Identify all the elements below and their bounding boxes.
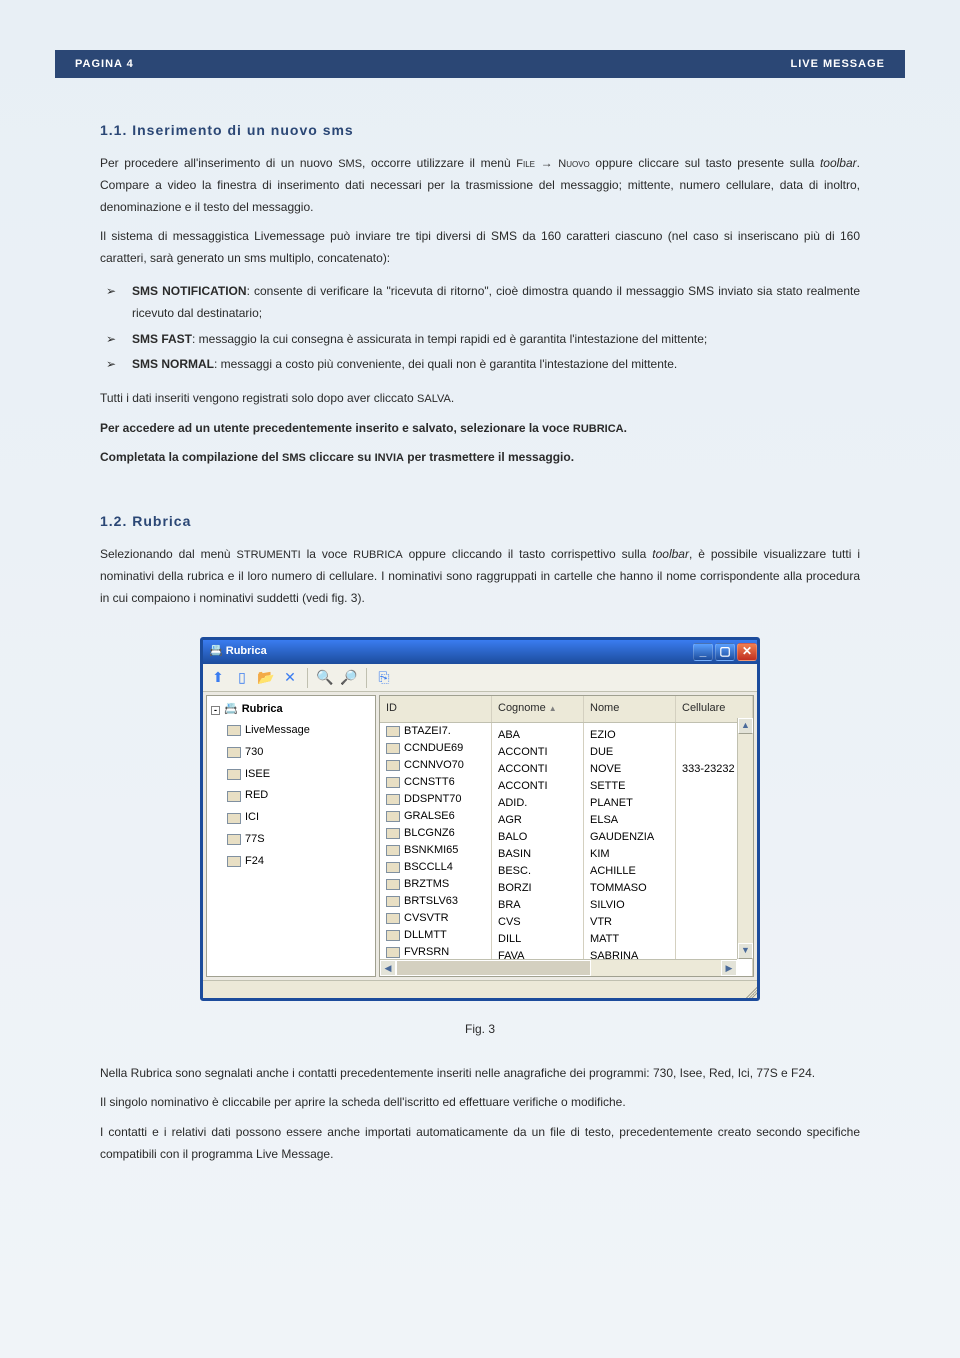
delete-icon[interactable]: ✕ <box>279 667 301 689</box>
scroll-down-icon[interactable]: ▼ <box>738 943 753 959</box>
section-1-2-p2: Nella Rubrica sono segnalati anche i con… <box>100 1063 860 1085</box>
card-icon <box>227 769 241 780</box>
app-title: LIVE MESSAGE <box>790 58 885 70</box>
card-icon <box>386 896 400 907</box>
card-icon <box>386 811 400 822</box>
collapse-icon[interactable]: - <box>211 706 220 715</box>
tree-item[interactable]: ICI <box>227 807 373 829</box>
card-icon <box>227 791 241 802</box>
resize-grip[interactable] <box>743 984 757 998</box>
card-icon <box>386 947 400 958</box>
section-1-2-p1: Selezionando dal menù STRUMENTI la voce … <box>100 544 860 609</box>
grid-pane: ID Cognome ▲ Nome Cellulare BTAZEI7.ABAE… <box>379 695 754 977</box>
table-row[interactable]: BSCCLL4BESC.ACHILLE <box>380 859 753 876</box>
card-icon <box>227 813 241 824</box>
tree-item[interactable]: 77S <box>227 829 373 851</box>
open-icon[interactable]: 📂 <box>255 667 277 689</box>
table-row[interactable]: GRALSE6AGRELSA <box>380 808 753 825</box>
card-icon <box>386 760 400 771</box>
sms-type-fast: SMS FAST: messaggio la cui consegna è as… <box>100 329 860 351</box>
vertical-scrollbar[interactable]: ▲ ▼ <box>737 718 753 959</box>
page-header: PAGINA 4 LIVE MESSAGE <box>55 50 905 78</box>
card-icon <box>386 862 400 873</box>
new-icon[interactable]: ▯ <box>231 667 253 689</box>
sms-type-normal: SMS NORMAL: messaggi a costo più conveni… <box>100 354 860 376</box>
close-button[interactable]: ✕ <box>737 643 757 661</box>
card-icon <box>227 725 241 736</box>
folder-icon: 📇 <box>224 700 238 720</box>
table-row[interactable]: BSNKMI65BASINKIM <box>380 842 753 859</box>
nav-up-icon[interactable]: ⬆ <box>207 667 229 689</box>
table-row[interactable]: CCNSTT6ACCONTISETTE <box>380 774 753 791</box>
section-1-1-title: 1.1. Inserimento di un nuovo sms <box>100 118 860 143</box>
table-row[interactable]: BRTSLV63BRASILVIO <box>380 893 753 910</box>
tree-root[interactable]: - 📇 Rubrica <box>209 700 373 720</box>
card-icon <box>386 726 400 737</box>
card-icon <box>386 743 400 754</box>
table-row[interactable]: CCNDUE69ACCONTIDUE <box>380 740 753 757</box>
page-number: PAGINA 4 <box>75 58 134 70</box>
minimize-button[interactable]: _ <box>693 643 713 661</box>
section-1-2-p4: I contatti e i relativi dati possono ess… <box>100 1122 860 1165</box>
section-1-1-p2: Il sistema di messaggistica Livemessage … <box>100 226 860 269</box>
col-header-id[interactable]: ID <box>380 696 492 722</box>
table-row[interactable]: BTAZEI7.ABAEZIO <box>380 723 753 740</box>
table-row[interactable]: CVSVTRCVSVTR <box>380 910 753 927</box>
tree-item[interactable]: 730 <box>227 742 373 764</box>
table-row[interactable]: CCNNVO70ACCONTINOVE333-23232 <box>380 757 753 774</box>
maximize-button[interactable]: ▢ <box>715 643 735 661</box>
sms-type-notification: SMS NOTIFICATION: consente di verificare… <box>100 281 860 324</box>
table-row[interactable]: DDSPNT70ADID.PLANET <box>380 791 753 808</box>
table-row[interactable]: BRZTMSBORZITOMMASO <box>380 876 753 893</box>
section-1-2-p3: Il singolo nominativo è cliccabile per a… <box>100 1092 860 1114</box>
find-replace-icon[interactable]: 🔎 <box>338 667 360 689</box>
card-icon <box>386 930 400 941</box>
tree-item[interactable]: LiveMessage <box>227 720 373 742</box>
tree-item[interactable]: RED <box>227 785 373 807</box>
tree-item[interactable]: ISEE <box>227 764 373 786</box>
card-icon <box>386 845 400 856</box>
card-icon <box>227 856 241 867</box>
sms-types-list: SMS NOTIFICATION: consente di verificare… <box>100 281 860 375</box>
export-icon[interactable]: ⎘ <box>373 667 395 689</box>
card-icon <box>386 828 400 839</box>
card-icon <box>386 794 400 805</box>
titlebar[interactable]: 📇 Rubrica _ ▢ ✕ <box>203 640 757 664</box>
scroll-up-icon[interactable]: ▲ <box>738 718 753 734</box>
section-1-1-p4: Per accedere ad un utente precedentement… <box>100 418 860 440</box>
window-icon: 📇 <box>209 642 223 662</box>
tree-item[interactable]: F24 <box>227 851 373 873</box>
statusbar <box>203 980 757 998</box>
find-icon[interactable]: 🔍 <box>314 667 336 689</box>
scroll-left-icon[interactable]: ◀ <box>380 960 396 976</box>
section-1-1-p1: Per procedere all'inserimento di un nuov… <box>100 153 860 218</box>
window-title: Rubrica <box>226 642 267 662</box>
section-1-2-title: 1.2. Rubrica <box>100 509 860 534</box>
tree-pane: - 📇 Rubrica LiveMessage730ISEEREDICI77SF… <box>206 695 376 977</box>
section-1-1-p3: Tutti i dati inseriti vengono registrati… <box>100 388 860 410</box>
card-icon <box>386 777 400 788</box>
horizontal-scrollbar[interactable]: ◀ ▶ <box>380 959 737 976</box>
col-header-cognome[interactable]: Cognome ▲ <box>492 696 584 722</box>
table-row[interactable]: BLCGNZ6BALOGAUDENZIA <box>380 825 753 842</box>
card-icon <box>227 834 241 845</box>
scroll-right-icon[interactable]: ▶ <box>721 960 737 976</box>
table-row[interactable]: DLLMTTDILLMATT <box>380 927 753 944</box>
rubrica-window: 📇 Rubrica _ ▢ ✕ ⬆ ▯ 📂 ✕ 🔍 🔎 ⎘ - 📇 Rubric… <box>200 637 760 1001</box>
toolbar: ⬆ ▯ 📂 ✕ 🔍 🔎 ⎘ <box>203 664 757 692</box>
grid-header: ID Cognome ▲ Nome Cellulare <box>380 696 753 723</box>
sort-asc-icon: ▲ <box>549 704 557 713</box>
card-icon <box>386 879 400 890</box>
section-1-1-p5: Completata la compilazione del SMS clicc… <box>100 447 860 469</box>
card-icon <box>386 913 400 924</box>
figure-caption: Fig. 3 <box>100 1019 860 1041</box>
card-icon <box>227 747 241 758</box>
col-header-nome[interactable]: Nome <box>584 696 676 722</box>
